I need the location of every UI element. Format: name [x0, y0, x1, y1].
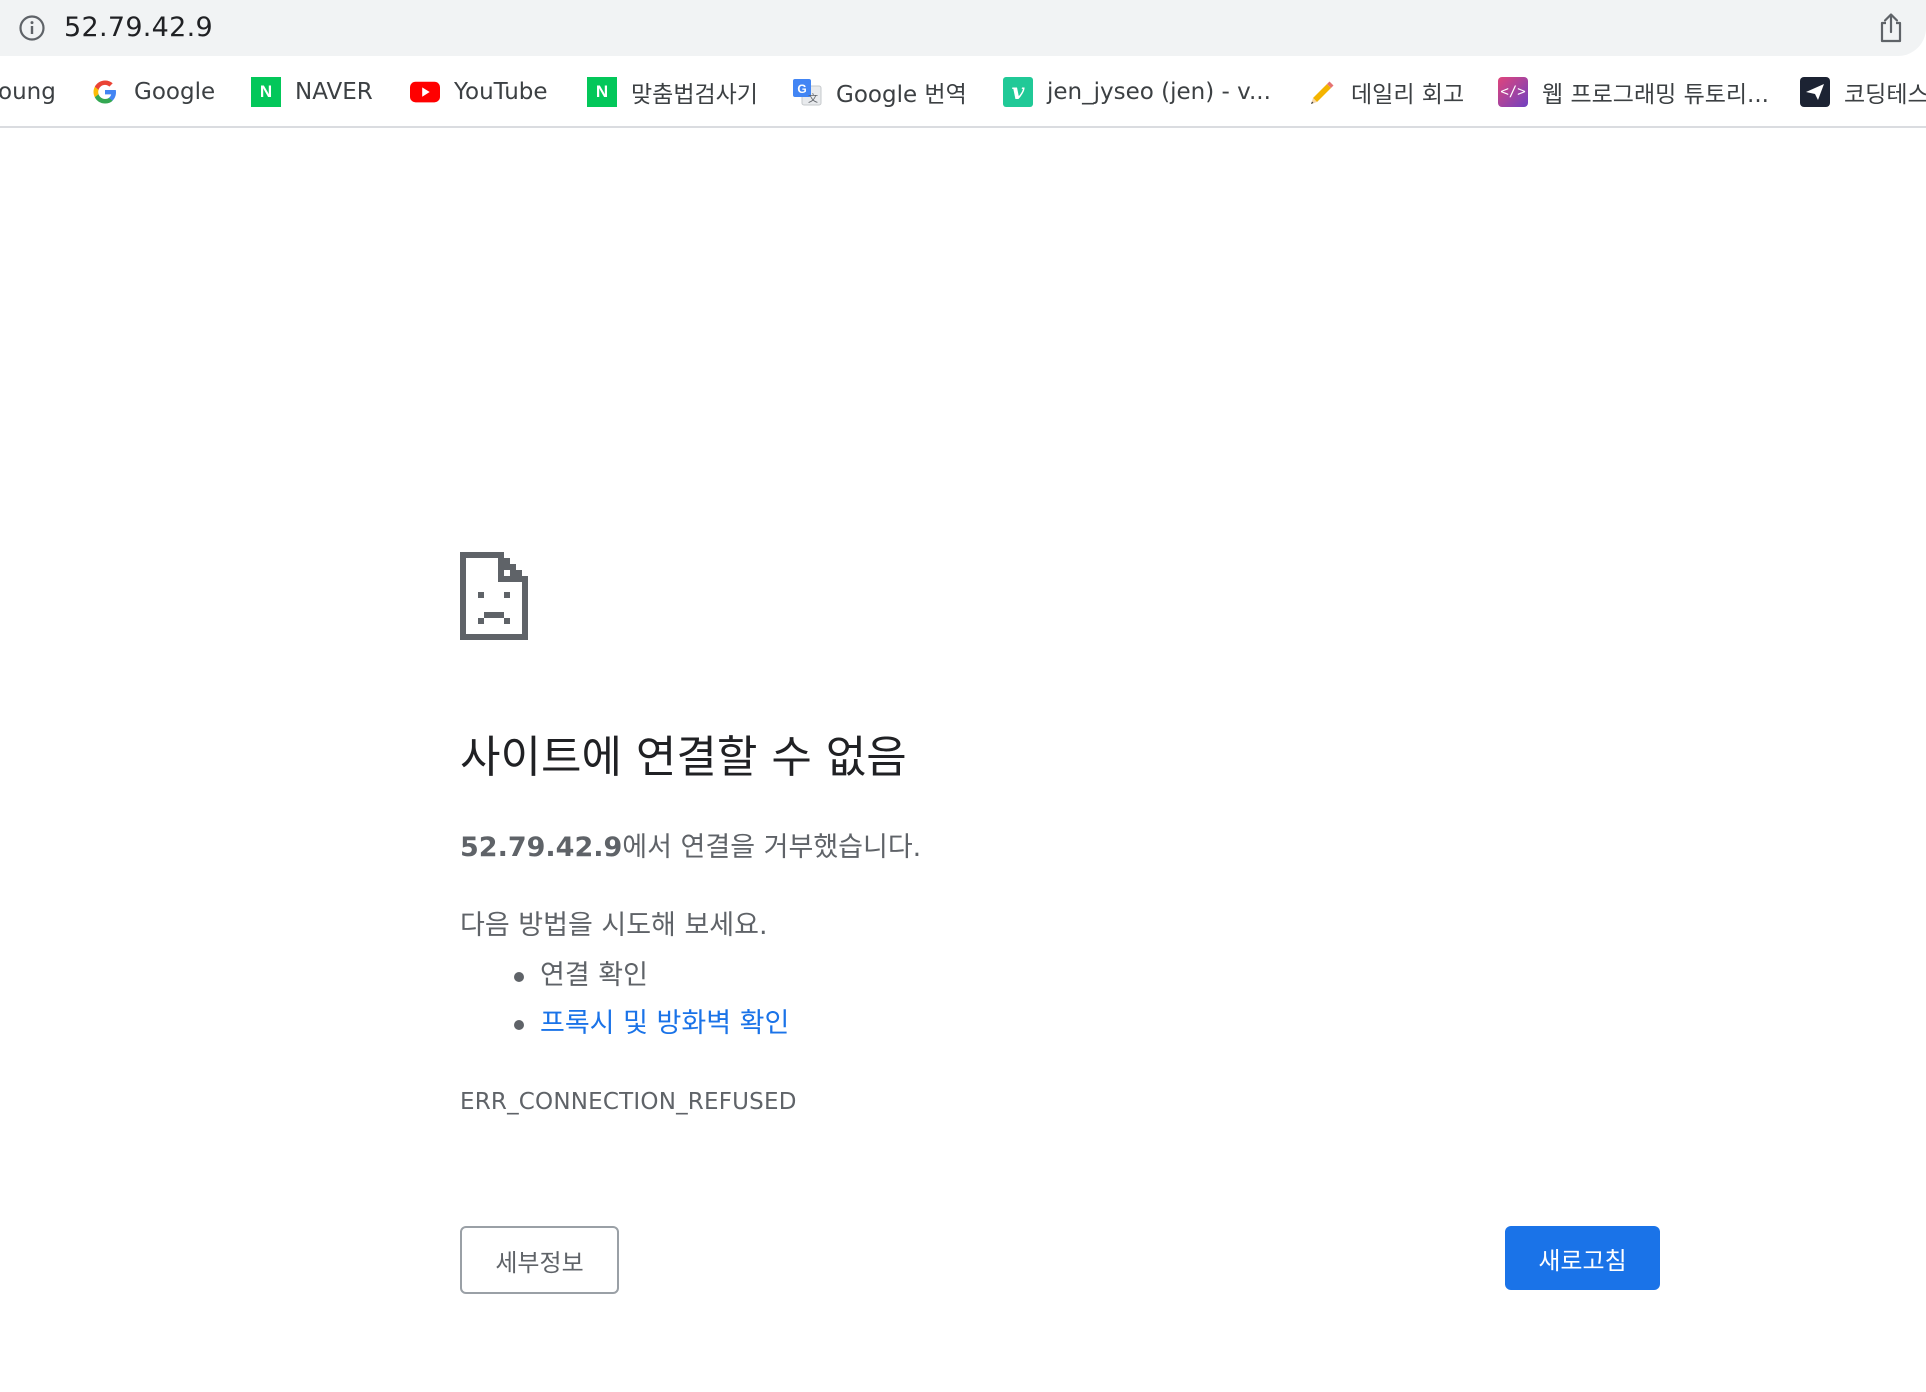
bookmark-item[interactable]: 코딩테스 [1800, 74, 1926, 110]
bookmark-item[interactable]: oung [0, 74, 56, 110]
velog-icon: v [1003, 77, 1033, 107]
bookmark-label: YouTube [454, 79, 548, 105]
bookmark-label: oung [0, 79, 56, 105]
naver-icon: N [251, 77, 281, 107]
google-translate-icon: G 文 [792, 77, 822, 107]
google-icon [90, 77, 120, 107]
list-item: 프록시 및 방화벽 확인 [460, 1000, 789, 1048]
bird-icon [1800, 77, 1830, 107]
error-description: 52.79.42.9에서 연결을 거부했습니다. [460, 828, 921, 868]
code-icon: </> [1498, 77, 1528, 107]
error-host: 52.79.42.9 [460, 832, 623, 863]
suggestion-check-proxy-link[interactable]: 프록시 및 방화벽 확인 [540, 1008, 789, 1039]
suggestion-check-connection: 연결 확인 [540, 960, 648, 991]
error-code: ERR_CONNECTION_REFUSED [460, 1089, 797, 1115]
svg-text:G: G [797, 82, 806, 96]
youtube-icon [410, 77, 440, 107]
reload-button[interactable]: 새로고침 [1505, 1226, 1660, 1290]
bookmark-label: NAVER [295, 79, 373, 105]
bookmark-label: 맞춤법검사기 [631, 82, 758, 108]
bookmark-item[interactable]: Google [90, 74, 215, 110]
details-button[interactable]: 세부정보 [460, 1226, 619, 1294]
naver-icon: N [587, 77, 617, 107]
bookmark-item[interactable]: G 文 Google 번역 [792, 74, 967, 110]
bookmark-item[interactable]: v jen_jyseo (jen) - v... [1003, 74, 1271, 110]
bookmark-label: 코딩테스 [1844, 82, 1926, 108]
svg-text:文: 文 [808, 92, 818, 105]
bookmark-label: Google [134, 79, 216, 105]
bullet-icon [514, 972, 524, 982]
suggestions-list: 연결 확인 프록시 및 방화벽 확인 [460, 952, 789, 1048]
bookmark-item[interactable]: N NAVER [251, 74, 373, 110]
page-title: 사이트에 연결할 수 없음 [460, 732, 907, 783]
share-icon[interactable] [1876, 12, 1906, 44]
url-text[interactable]: 52.79.42.9 [64, 12, 213, 44]
bookmark-label: 데일리 회고 [1351, 82, 1465, 108]
sad-document-icon [460, 552, 528, 640]
bookmarks-bar: oung Google N NAVER YouTube N 맞춤법검사기 G 文… [0, 56, 1926, 128]
bookmark-item[interactable]: N 맞춤법검사기 [587, 74, 758, 110]
address-bar[interactable]: 52.79.42.9 [0, 0, 1926, 56]
suggestions-heading: 다음 방법을 시도해 보세요. [460, 910, 768, 941]
info-icon[interactable] [18, 14, 46, 42]
bookmark-label: jen_jyseo (jen) - v... [1047, 79, 1271, 105]
pencil-icon [1307, 77, 1337, 107]
bookmark-item[interactable]: </> 웹 프로그래밍 튜토리... [1498, 74, 1769, 110]
bookmark-item[interactable]: YouTube [410, 74, 548, 110]
error-description-text: 에서 연결을 거부했습니다. [622, 832, 922, 863]
list-item: 연결 확인 [460, 952, 789, 1000]
bookmark-label: 웹 프로그래밍 튜토리... [1542, 82, 1769, 108]
bullet-icon [514, 1020, 524, 1030]
bookmark-label: Google 번역 [836, 82, 967, 108]
bookmark-item[interactable]: 데일리 회고 [1307, 74, 1464, 110]
